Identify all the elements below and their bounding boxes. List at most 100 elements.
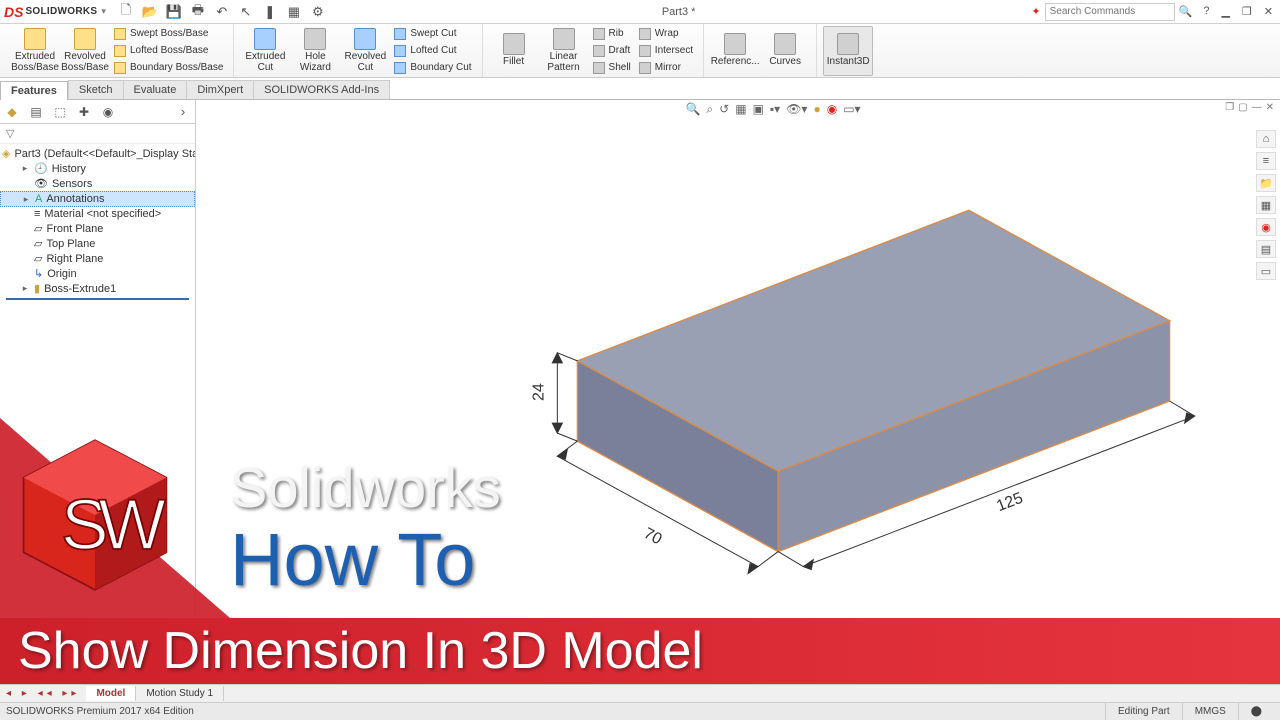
document-title: Part3 * (326, 6, 1032, 18)
sw-star-icon: ✦ (1031, 5, 1040, 18)
lofted-cut-button[interactable]: Lofted Cut (390, 43, 475, 59)
extruded-cut-button[interactable]: Extruded Cut (240, 26, 290, 76)
tree-top-plane[interactable]: ▱Top Plane (0, 236, 195, 251)
help-icon[interactable]: ? (1200, 5, 1212, 18)
boundary-cut-button[interactable]: Boundary Cut (390, 60, 475, 76)
label: Curves (769, 57, 801, 68)
tree-right-plane[interactable]: ▱ Right Plane (0, 251, 195, 266)
restore-icon[interactable]: ❐ (1239, 5, 1255, 18)
label: Referenc... (711, 57, 760, 68)
plane-icon: ▱ (34, 237, 42, 250)
settings-icon[interactable]: ⚙ (310, 4, 326, 20)
status-mode: Editing Part (1105, 703, 1182, 720)
tree-front-plane[interactable]: ▱Front Plane (0, 221, 195, 236)
tab-features[interactable]: Features (0, 81, 68, 100)
label: Instant3D (827, 57, 870, 68)
tab-addins[interactable]: SOLIDWORKS Add-Ins (253, 80, 390, 99)
tab-dimxpert[interactable]: DimXpert (186, 80, 254, 99)
rib-button[interactable]: Rib (589, 26, 635, 42)
expand-icon[interactable]: ▸ (20, 283, 30, 294)
dimxpert-mgr-icon[interactable]: ✚ (76, 104, 92, 120)
search-input[interactable] (1045, 3, 1175, 21)
material-icon: ≡ (34, 208, 40, 220)
feature-manager-panel: ◆ ▤ ⬚ ✚ ◉ › ▽ ◈ Part3 (Default<<Default>… (0, 100, 196, 702)
feature-tree: ◈ Part3 (Default<<Default>_Display Sta ▸… (0, 144, 195, 304)
panel-expand-icon[interactable]: › (175, 104, 191, 120)
label: Draft (609, 45, 631, 56)
label: Fillet (503, 57, 524, 68)
tree-end-marker (6, 298, 189, 300)
tree-history[interactable]: ▸🕘History (0, 161, 195, 176)
dim-length: 125 (994, 489, 1026, 515)
tab-nav-arrows[interactable]: ◂ ▸ ◂◂ ▸▸ (0, 688, 86, 699)
curves-button[interactable]: Curves (760, 26, 810, 76)
tree-origin[interactable]: ↳Origin (0, 266, 195, 281)
close-icon[interactable]: ✕ (1261, 5, 1276, 18)
tree-boss-extrude[interactable]: ▸▮Boss-Extrude1 (0, 281, 195, 296)
sensors-icon: 👁 (34, 177, 48, 190)
filter-icon[interactable]: ▽ (6, 127, 14, 140)
swept-cut-button[interactable]: Swept Cut (390, 26, 475, 42)
app-menu-dropdown-icon[interactable]: ▾ (101, 6, 106, 17)
plane-icon: ▱ (34, 252, 42, 265)
bottom-tabs: ◂ ▸ ◂◂ ▸▸ Model Motion Study 1 (0, 684, 1280, 702)
revolved-boss-button[interactable]: Revolved Boss/Base (60, 26, 110, 76)
property-mgr-icon[interactable]: ▤ (28, 104, 44, 120)
tree-filter-row: ▽ (0, 124, 195, 144)
print-icon[interactable]: 🖶 (190, 4, 206, 20)
boundary-boss-button[interactable]: Boundary Boss/Base (110, 60, 227, 76)
config-mgr-icon[interactable]: ⬚ (52, 104, 68, 120)
feature-tree-icon[interactable]: ◆ (4, 104, 20, 120)
tree-root[interactable]: ◈ Part3 (Default<<Default>_Display Sta (0, 146, 195, 161)
open-icon[interactable]: 📂 (142, 4, 158, 20)
expand-icon[interactable]: ▸ (20, 163, 30, 174)
label: Boundary Cut (410, 62, 471, 73)
tree-material[interactable]: ≡Material <not specified> (0, 207, 195, 221)
fillet-button[interactable]: Fillet (489, 26, 539, 76)
rebuild-icon[interactable]: ❚ (262, 4, 278, 20)
new-icon[interactable]: 🗋 (118, 4, 134, 20)
undo-icon[interactable]: ↶ (214, 4, 230, 20)
label: Swept Cut (410, 28, 456, 39)
mirror-button[interactable]: Mirror (635, 60, 697, 76)
tab-sketch[interactable]: Sketch (68, 80, 124, 99)
tab-evaluate[interactable]: Evaluate (123, 80, 188, 99)
graphics-viewport[interactable]: 🔍 ⌕ ↺ ▦ ▣ ▪▾ 👁▾ ● ◉ ▭▾ ❐ ▢ — ✕ ⌂ ≡ 📁 ▦ ◉… (196, 100, 1280, 702)
label: Intersect (655, 45, 693, 56)
dim-height: 24 (529, 383, 547, 401)
label: Lofted Cut (410, 45, 456, 56)
tab-model[interactable]: Model (86, 686, 136, 701)
search-icon[interactable]: 🔍 (1179, 5, 1193, 18)
status-units[interactable]: MMGS (1182, 703, 1238, 720)
history-icon: 🕘 (34, 162, 48, 175)
tree-annotations[interactable]: ▸AAnnotations (0, 191, 195, 207)
status-extra-icon[interactable]: ⬤ (1238, 703, 1274, 720)
label: Hole Wizard (290, 52, 340, 73)
tab-motion-study[interactable]: Motion Study 1 (136, 686, 224, 701)
label: Swept Boss/Base (130, 28, 208, 39)
wrap-button[interactable]: Wrap (635, 26, 697, 42)
save-icon[interactable]: 💾 (166, 4, 182, 20)
revolved-cut-button[interactable]: Revolved Cut (340, 26, 390, 76)
select-icon[interactable]: ↖ (238, 4, 254, 20)
label: Boss-Extrude1 (44, 283, 116, 295)
linear-pattern-button[interactable]: Linear Pattern (539, 26, 589, 76)
lofted-boss-button[interactable]: Lofted Boss/Base (110, 43, 227, 59)
label: Front Plane (46, 223, 103, 235)
minimize-icon[interactable]: ▁ (1218, 5, 1232, 18)
draft-button[interactable]: Draft (589, 43, 635, 59)
ref-geometry-button[interactable]: Referenc... (710, 26, 760, 76)
options-icon[interactable]: ▦ (286, 4, 302, 20)
display-mgr-icon[interactable]: ◉ (100, 104, 116, 120)
expand-icon[interactable]: ▸ (21, 194, 31, 205)
origin-icon: ↳ (34, 267, 43, 280)
swept-boss-button[interactable]: Swept Boss/Base (110, 26, 227, 42)
shell-button[interactable]: Shell (589, 60, 635, 76)
extruded-boss-button[interactable]: Extruded Boss/Base (10, 26, 60, 76)
logo-text: SOLIDWORKS (25, 6, 97, 17)
intersect-button[interactable]: Intersect (635, 43, 697, 59)
tree-sensors[interactable]: 👁Sensors (0, 176, 195, 191)
label: Right Plane (46, 253, 103, 265)
hole-wizard-button[interactable]: Hole Wizard (290, 26, 340, 76)
instant3d-button[interactable]: Instant3D (823, 26, 873, 76)
